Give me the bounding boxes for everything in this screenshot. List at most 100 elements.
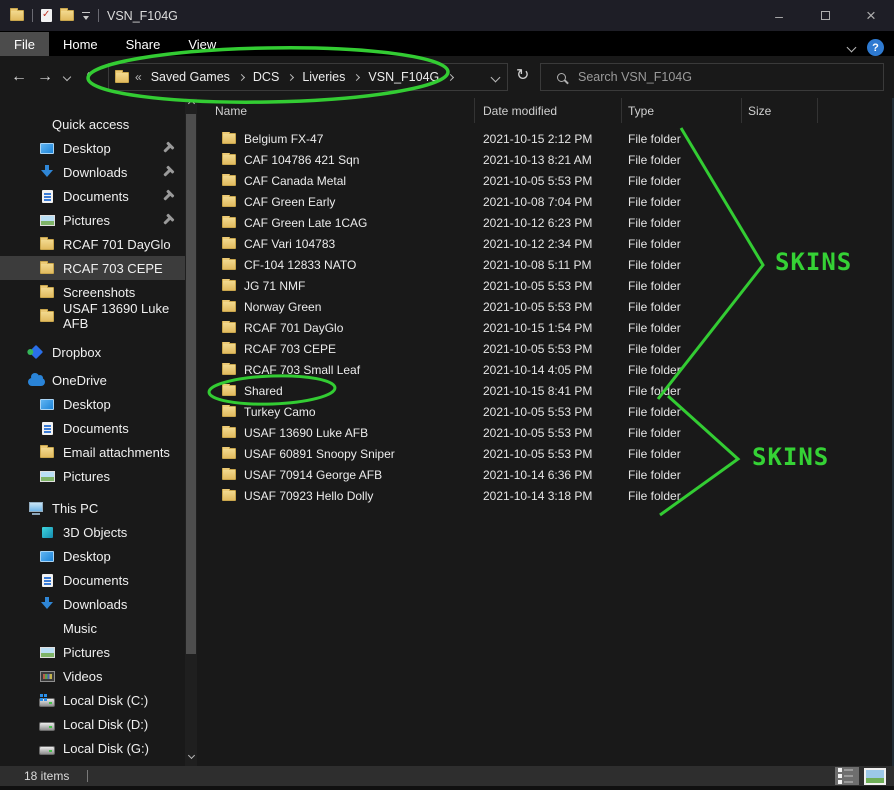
- file-name[interactable]: CAF 104786 421 Sqn: [244, 153, 359, 167]
- ribbon-tab[interactable]: Share: [112, 32, 175, 56]
- sidebar-item[interactable]: Pictures: [0, 464, 185, 488]
- file-row[interactable]: JG 71 NMF 2021-10-05 5:53 PM File folder: [197, 275, 894, 296]
- forward-button[interactable]: →: [32, 68, 58, 86]
- file-row[interactable]: CAF 104786 421 Sqn 2021-10-13 8:21 AM Fi…: [197, 149, 894, 170]
- sidebar-item[interactable]: Pictures: [0, 208, 185, 232]
- sidebar-item[interactable]: RCAF 703 CEPE: [0, 256, 185, 280]
- breadcrumb-segment[interactable]: Liveries: [297, 70, 363, 84]
- sidebar-item[interactable]: 3D Objects: [0, 520, 185, 544]
- breadcrumb-label[interactable]: VSN_F104G: [363, 70, 444, 84]
- recent-locations-chevron-icon[interactable]: [58, 74, 76, 80]
- sidebar-item[interactable]: Downloads: [0, 592, 185, 616]
- minimize-button[interactable]: –: [756, 0, 802, 31]
- file-row[interactable]: Belgium FX-47 2021-10-15 2:12 PM File fo…: [197, 128, 894, 149]
- file-row[interactable]: CAF Green Late 1CAG 2021-10-12 6:23 PM F…: [197, 212, 894, 233]
- sidebar-item[interactable]: OneDrive: [0, 368, 185, 392]
- file-name[interactable]: CF-104 12833 NATO: [244, 258, 356, 272]
- file-name[interactable]: RCAF 703 CEPE: [244, 342, 336, 356]
- sidebar-item[interactable]: Email attachments: [0, 440, 185, 464]
- sidebar-item[interactable]: Documents: [0, 184, 185, 208]
- breadcrumb-label[interactable]: DCS: [248, 70, 284, 84]
- minimize-ribbon-chevron-icon[interactable]: [847, 43, 857, 53]
- help-icon[interactable]: ?: [867, 39, 884, 56]
- file-row[interactable]: CAF Green Early 2021-10-08 7:04 PM File …: [197, 191, 894, 212]
- file-row[interactable]: Shared 2021-10-15 8:41 PM File folder: [197, 380, 894, 401]
- file-name[interactable]: Norway Green: [244, 300, 321, 314]
- breadcrumb-segment[interactable]: Saved Games: [146, 70, 248, 84]
- quick-access-toolbar-caret-icon[interactable]: [82, 12, 90, 20]
- file-name[interactable]: Shared: [244, 384, 283, 398]
- close-button[interactable]: ×: [848, 0, 894, 31]
- file-name[interactable]: USAF 70914 George AFB: [244, 468, 382, 482]
- file-row[interactable]: CAF Canada Metal 2021-10-05 5:53 PM File…: [197, 170, 894, 191]
- sidebar-item[interactable]: Desktop: [0, 544, 185, 568]
- maximize-button[interactable]: [802, 0, 848, 31]
- file-name[interactable]: USAF 13690 Luke AFB: [244, 426, 368, 440]
- file-row[interactable]: USAF 13690 Luke AFB 2021-10-05 5:53 PM F…: [197, 422, 894, 443]
- sidebar-item[interactable]: Local Disk (C:): [0, 688, 185, 712]
- file-row[interactable]: USAF 70923 Hello Dolly 2021-10-14 3:18 P…: [197, 485, 894, 506]
- file-name[interactable]: USAF 70923 Hello Dolly: [244, 489, 373, 503]
- up-button[interactable]: ↑: [76, 68, 102, 86]
- new-folder-quick-icon[interactable]: [60, 10, 74, 21]
- sidebar-item[interactable]: Local Disk (D:): [0, 712, 185, 736]
- details-view-button[interactable]: [835, 767, 859, 785]
- file-name[interactable]: CAF Canada Metal: [244, 174, 346, 188]
- sidebar-item[interactable]: Documents: [0, 416, 185, 440]
- file-name[interactable]: USAF 60891 Snoopy Sniper: [244, 447, 395, 461]
- search-box[interactable]: Search VSN_F104G: [540, 63, 884, 91]
- breadcrumb-label[interactable]: Saved Games: [146, 70, 235, 84]
- breadcrumb-segment[interactable]: VSN_F104G: [363, 70, 457, 84]
- file-row[interactable]: RCAF 701 DayGlo 2021-10-15 1:54 PM File …: [197, 317, 894, 338]
- search-placeholder[interactable]: Search VSN_F104G: [578, 70, 692, 84]
- column-header-size[interactable]: Size: [742, 98, 818, 123]
- properties-quick-icon[interactable]: [41, 9, 52, 22]
- breadcrumb-chevron-icon[interactable]: [447, 73, 454, 80]
- sidebar-item[interactable]: Downloads: [0, 160, 185, 184]
- column-header-type[interactable]: Type: [622, 98, 742, 123]
- scroll-up-icon[interactable]: [187, 101, 195, 109]
- file-row[interactable]: Norway Green 2021-10-05 5:53 PM File fol…: [197, 296, 894, 317]
- file-name[interactable]: CAF Green Early: [244, 195, 335, 209]
- file-name[interactable]: Turkey Camo: [244, 405, 316, 419]
- sidebar-item[interactable]: Music: [0, 616, 185, 640]
- sidebar-item[interactable]: Desktop: [0, 392, 185, 416]
- thumbnails-view-button[interactable]: [864, 768, 886, 785]
- file-name[interactable]: RCAF 703 Small Leaf: [244, 363, 360, 377]
- file-row[interactable]: Turkey Camo 2021-10-05 5:53 PM File fold…: [197, 401, 894, 422]
- sidebar-item[interactable]: Dropbox: [0, 340, 185, 364]
- file-name[interactable]: JG 71 NMF: [244, 279, 305, 293]
- breadcrumb-overflow[interactable]: «: [135, 70, 142, 84]
- refresh-button[interactable]: ↻: [516, 65, 529, 85]
- breadcrumb-chevron-icon[interactable]: [238, 73, 245, 80]
- address-dropdown-chevron-icon[interactable]: [491, 73, 501, 83]
- sidebar-item[interactable]: USAF 13690 Luke AFB: [0, 304, 185, 328]
- sidebar-item[interactable]: This PC: [0, 496, 185, 520]
- sidebar-item[interactable]: RCAF 701 DayGlo: [0, 232, 185, 256]
- sidebar-item[interactable]: Videos: [0, 664, 185, 688]
- column-header-name[interactable]: Name: [197, 98, 475, 123]
- scroll-down-icon[interactable]: [187, 753, 195, 761]
- sidebar-scrollbar[interactable]: [185, 98, 197, 766]
- column-header-date-modified[interactable]: Date modified: [475, 98, 622, 123]
- sidebar-item[interactable]: Desktop: [0, 136, 185, 160]
- breadcrumb-chevron-icon[interactable]: [353, 73, 360, 80]
- breadcrumb-chevron-icon[interactable]: [287, 73, 294, 80]
- ribbon-tab[interactable]: View: [174, 32, 230, 56]
- address-bar[interactable]: « Saved Games DCS Liveries VSN_F104G: [108, 63, 508, 91]
- sidebar-item[interactable]: Documents: [0, 568, 185, 592]
- file-name[interactable]: CAF Green Late 1CAG: [244, 216, 367, 230]
- sidebar-item[interactable]: Local Disk (G:): [0, 736, 185, 760]
- breadcrumb-segment[interactable]: DCS: [248, 70, 297, 84]
- file-row[interactable]: RCAF 703 Small Leaf 2021-10-14 4:05 PM F…: [197, 359, 894, 380]
- file-name[interactable]: RCAF 701 DayGlo: [244, 321, 343, 335]
- sidebar-item[interactable]: Pictures: [0, 640, 185, 664]
- file-name[interactable]: CAF Vari 104783: [244, 237, 335, 251]
- breadcrumb-label[interactable]: Liveries: [297, 70, 350, 84]
- ribbon-tab[interactable]: Home: [49, 32, 112, 56]
- file-row[interactable]: RCAF 703 CEPE 2021-10-05 5:53 PM File fo…: [197, 338, 894, 359]
- sidebar-item[interactable]: Quick access: [0, 112, 185, 136]
- back-button[interactable]: ←: [6, 68, 32, 86]
- ribbon-tab[interactable]: File: [0, 32, 49, 56]
- file-name[interactable]: Belgium FX-47: [244, 132, 323, 146]
